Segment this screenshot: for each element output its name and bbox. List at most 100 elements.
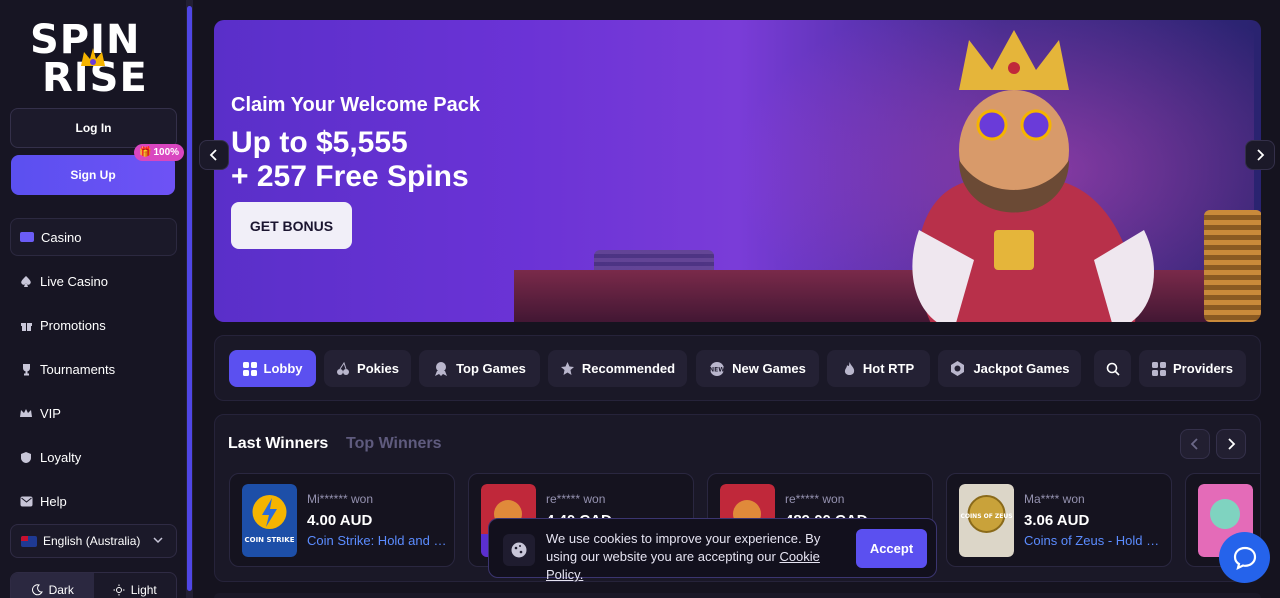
chat-icon	[1233, 546, 1256, 570]
spinrise-logo[interactable]: SPIN RISE	[28, 20, 160, 98]
tab-pokies[interactable]: Pokies	[324, 350, 411, 387]
cookie-icon	[503, 534, 535, 566]
gift-icon	[19, 318, 33, 332]
chevron-left-icon	[1190, 438, 1198, 450]
gift-icon: 🎁	[139, 147, 152, 158]
sidebar-item-tournaments[interactable]: Tournaments	[10, 350, 177, 388]
sidebar-nav: Casino Live Casino Promotions Tournament…	[10, 218, 177, 526]
winner-user: Mi****** won	[307, 492, 374, 506]
language-select[interactable]: English (Australia)	[10, 524, 177, 558]
svg-text:NEW: NEW	[709, 366, 725, 373]
promo-banner[interactable]: Claim Your Welcome Pack Up to $5,555 + 2…	[214, 20, 1261, 322]
chevron-left-icon	[209, 149, 217, 161]
tab-top-games[interactable]: Top Games	[419, 350, 540, 387]
sidebar-item-label: Loyalty	[40, 449, 82, 465]
banner-pretitle: Claim Your Welcome Pack	[231, 94, 480, 116]
sidebar-item-label: Promotions	[40, 317, 106, 333]
accept-cookies-button[interactable]: Accept	[856, 529, 927, 568]
sidebar-item-loyalty[interactable]: Loyalty	[10, 438, 177, 476]
sidebar-item-vip[interactable]: VIP	[10, 394, 177, 432]
tab-top-winners[interactable]: Top Winners	[346, 435, 442, 453]
tab-label: Lobby	[263, 361, 303, 376]
banner-prev-button[interactable]	[199, 140, 229, 170]
sidebar-scrollbar[interactable]	[186, 0, 193, 598]
chevron-right-icon	[1257, 149, 1265, 161]
svg-text:COIN STRIKE: COIN STRIKE	[244, 536, 294, 544]
tab-label: Pokies	[357, 361, 399, 376]
winner-game-link[interactable]: Coin Strike: Hold and Win	[307, 533, 447, 548]
theme-dark-label: Dark	[48, 583, 74, 597]
sidebar-item-promotions[interactable]: Promotions	[10, 306, 177, 344]
crown-icon	[19, 406, 33, 420]
tab-providers[interactable]: Providers	[1139, 350, 1246, 387]
mail-icon	[19, 494, 33, 508]
winner-user: re***** won	[546, 492, 606, 506]
chevron-down-icon	[153, 537, 163, 544]
tab-hot-rtp[interactable]: Hot RTP	[827, 350, 930, 387]
winner-user: re***** won	[785, 492, 845, 506]
coins-of-zeus-thumbnail: COINS OF ZEUS	[959, 484, 1014, 557]
banner-next-button[interactable]	[1245, 140, 1275, 170]
sidebar-item-label: VIP	[40, 405, 61, 421]
tab-label: Recommended	[581, 361, 676, 376]
signup-button[interactable]: Sign Up	[11, 155, 175, 195]
winner-game-link[interactable]: Coins of Zeus - Hold and Win	[1024, 533, 1164, 548]
winner-card[interactable]: COINS OF ZEUS Ma**** won 3.06 AUD Coins …	[946, 473, 1172, 567]
sidebar-item-label: Tournaments	[40, 361, 116, 377]
login-button[interactable]: Log In	[10, 108, 177, 148]
tab-recommended[interactable]: Recommended	[548, 350, 687, 387]
cookie-text: We use cookies to improve your experienc…	[546, 530, 836, 584]
medal-icon	[435, 361, 448, 376]
coin-strike-thumbnail: COIN STRIKE	[242, 484, 297, 557]
tab-label: Top Games	[456, 361, 526, 376]
tab-label: Jackpot Games	[973, 361, 1070, 376]
moon-icon	[31, 584, 43, 596]
winner-amount: 4.00 AUD	[307, 512, 373, 529]
sidebar-item-label: Live Casino	[40, 273, 108, 289]
chevron-right-icon	[1228, 438, 1236, 450]
cherries-icon	[337, 361, 350, 375]
winners-next-button[interactable]	[1216, 429, 1246, 459]
winners-prev-button[interactable]	[1180, 429, 1210, 459]
tab-lobby[interactable]: Lobby	[229, 350, 316, 387]
svg-text:COINS OF ZEUS: COINS OF ZEUS	[960, 513, 1012, 520]
sidebar-item-live-casino[interactable]: Live Casino	[10, 262, 177, 300]
sidebar-item-casino[interactable]: Casino	[10, 218, 177, 256]
sidebar-item-help[interactable]: Help	[10, 482, 177, 520]
winner-amount: 3.06 AUD	[1024, 512, 1090, 529]
jackpot-icon	[951, 361, 965, 376]
get-bonus-button[interactable]: GET BONUS	[231, 202, 352, 249]
winner-card[interactable]: COIN STRIKE Mi****** won 4.00 AUD Coin S…	[229, 473, 455, 567]
banner-title-line2: + 257 Free Spins	[231, 160, 469, 193]
chat-button[interactable]	[1219, 532, 1270, 583]
search-button[interactable]	[1094, 350, 1131, 387]
tab-new-games[interactable]: NEW New Games	[696, 350, 819, 387]
tab-label: Hot RTP	[862, 361, 915, 376]
casino-icon	[20, 230, 34, 244]
sidebar: SPIN RISE Log In Sign Up 🎁 100% Casino L…	[0, 0, 186, 598]
new-icon: NEW	[709, 361, 725, 376]
signup-bonus-badge-text: 100%	[153, 147, 180, 158]
flag-australia-icon	[21, 535, 37, 547]
tab-last-winners[interactable]: Last Winners	[228, 435, 328, 453]
king-mascot-image	[912, 30, 1154, 322]
coin-stack-image	[1204, 210, 1261, 322]
sun-icon	[113, 584, 125, 596]
sidebar-item-label: Casino	[41, 229, 82, 245]
crown-logo-icon	[81, 48, 105, 66]
banner-title: Up to $5,555 + 257 Free Spins	[231, 126, 469, 194]
theme-dark-option[interactable]: Dark	[11, 573, 94, 598]
tab-jackpot-games[interactable]: Jackpot Games	[938, 350, 1081, 387]
trophy-icon	[19, 362, 33, 376]
cookie-consent: We use cookies to improve your experienc…	[488, 518, 937, 582]
theme-light-label: Light	[130, 583, 157, 597]
tab-label: Providers	[1173, 361, 1233, 376]
star-icon	[560, 362, 574, 375]
theme-light-option[interactable]: Light	[94, 573, 177, 598]
theme-toggle: Dark Light	[10, 572, 177, 598]
category-bar: Lobby Pokies Top Games Recommended NEW N…	[214, 335, 1261, 401]
grid-icon	[242, 361, 257, 376]
winner-user: Ma**** won	[1024, 492, 1085, 506]
signup-bonus-badge: 🎁 100%	[134, 144, 185, 161]
sidebar-item-label: Help	[40, 493, 67, 509]
